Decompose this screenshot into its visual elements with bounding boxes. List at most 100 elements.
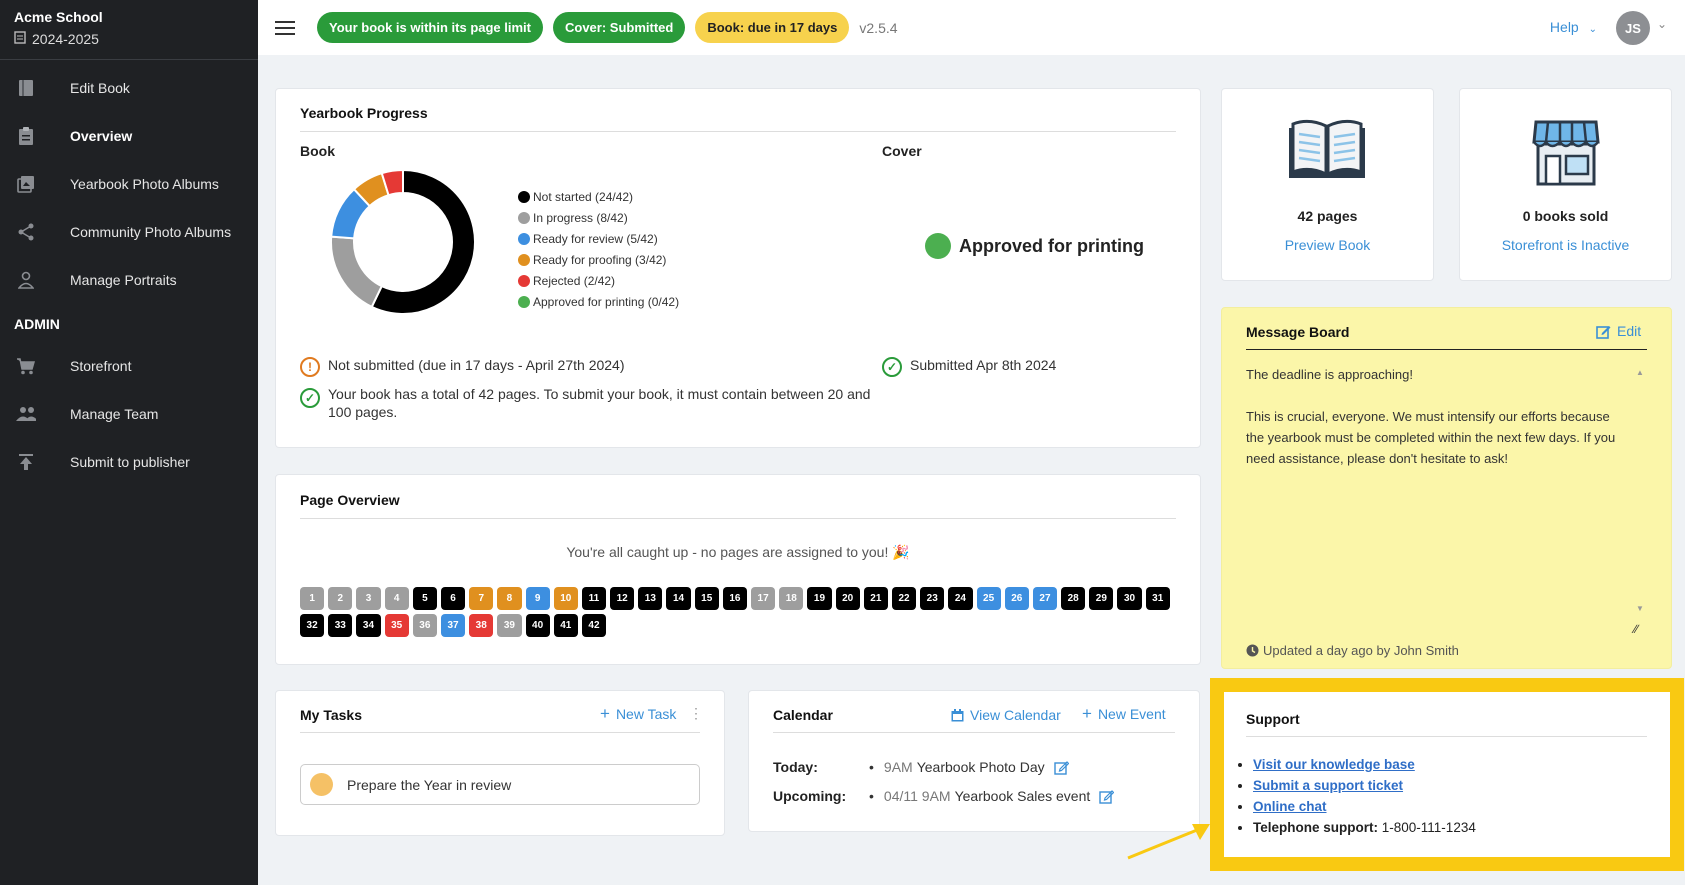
page-thumbnail[interactable]: 9 bbox=[525, 587, 550, 610]
page-thumbnail[interactable]: 13 bbox=[638, 587, 663, 610]
chevron-down-icon[interactable]: ⌄ bbox=[1657, 17, 1667, 31]
page-thumbnail[interactable]: 17 bbox=[751, 587, 776, 610]
legend-item: Approved for printing (0/42) bbox=[518, 291, 679, 312]
page-limit-badge[interactable]: Your book is within its page limit bbox=[317, 12, 543, 43]
page-thumbnail[interactable]: 22 bbox=[891, 587, 917, 610]
check-circle-icon: ✓ bbox=[300, 388, 320, 408]
sidebar-item-yearbook-photo-albums[interactable]: Yearbook Photo Albums bbox=[0, 160, 258, 208]
task-status-dot[interactable] bbox=[310, 773, 333, 796]
list-item: Online chat bbox=[1253, 796, 1476, 817]
today-label: Today: bbox=[773, 759, 818, 775]
help-menu[interactable]: Help ⌄ bbox=[1550, 19, 1597, 35]
sidebar-item-manage-team[interactable]: Manage Team bbox=[0, 390, 258, 438]
new-task-button[interactable]: + New Task bbox=[600, 704, 676, 723]
page-thumbnail[interactable]: 4 bbox=[384, 587, 409, 610]
edit-event-icon[interactable] bbox=[1099, 789, 1115, 804]
page-thumbnail[interactable]: 3 bbox=[356, 587, 381, 610]
page-thumbnail[interactable]: 25 bbox=[976, 587, 1001, 610]
page-thumbnail[interactable]: 32 bbox=[300, 614, 325, 637]
sidebar-item-edit-book[interactable]: Edit Book bbox=[0, 64, 258, 112]
cart-icon bbox=[16, 356, 36, 376]
page-thumbnail[interactable]: 30 bbox=[1117, 587, 1142, 610]
sidebar-item-manage-portraits[interactable]: Manage Portraits bbox=[0, 256, 258, 304]
page-thumbnail[interactable]: 5 bbox=[412, 587, 437, 610]
page-thumbnail[interactable]: 37 bbox=[440, 614, 466, 637]
page-thumbnail[interactable]: 10 bbox=[553, 587, 578, 610]
cover-submitted-status: ✓ Submitted Apr 8th 2024 bbox=[882, 357, 1056, 377]
resize-handle-icon[interactable]: ∕∕ bbox=[1634, 622, 1638, 636]
sidebar-header[interactable]: Acme School 2024-2025 bbox=[0, 0, 258, 60]
upcoming-event-title: Yearbook Sales event bbox=[954, 788, 1091, 804]
scroll-up-icon[interactable]: ▲ bbox=[1636, 368, 1644, 377]
page-thumbnail[interactable]: 35 bbox=[384, 614, 409, 637]
sidebar-item-community-photo-albums[interactable]: Community Photo Albums bbox=[0, 208, 258, 256]
legend-label: Approved for printing (0/42) bbox=[533, 294, 680, 309]
plus-icon: + bbox=[600, 704, 610, 723]
page-thumbnail[interactable]: 33 bbox=[328, 614, 353, 637]
online-chat-link[interactable]: Online chat bbox=[1253, 799, 1327, 814]
storefront-status-link[interactable]: Storefront is Inactive bbox=[1459, 237, 1672, 253]
page-thumbnail[interactable]: 11 bbox=[581, 587, 607, 610]
page-thumbnail[interactable]: 18 bbox=[779, 587, 804, 610]
message-board-title: Message Board bbox=[1246, 324, 1350, 340]
view-calendar-button[interactable]: View Calendar bbox=[951, 707, 1061, 723]
admin-section-heading: ADMIN bbox=[14, 316, 60, 332]
legend-color-dot bbox=[518, 295, 530, 308]
edit-event-icon[interactable] bbox=[1053, 760, 1069, 775]
cover-approved-status: Approved for printing bbox=[925, 233, 1144, 259]
divider bbox=[1246, 349, 1647, 350]
divider bbox=[300, 131, 1176, 132]
page-thumbnail[interactable]: 12 bbox=[610, 587, 635, 610]
page-thumbnail[interactable]: 16 bbox=[722, 587, 747, 610]
page-thumbnail[interactable]: 23 bbox=[920, 587, 945, 610]
message-board-card bbox=[1221, 307, 1672, 669]
page-thumbnail[interactable]: 26 bbox=[1004, 587, 1029, 610]
page-thumbnail[interactable]: 19 bbox=[807, 587, 832, 610]
sidebar-item-storefront[interactable]: Storefront bbox=[0, 342, 258, 390]
message-board-text[interactable]: The deadline is approaching! This is cru… bbox=[1246, 364, 1616, 469]
page-thumbnail[interactable]: 20 bbox=[835, 587, 860, 610]
my-tasks-title: My Tasks bbox=[300, 707, 362, 723]
scroll-down-icon[interactable]: ▼ bbox=[1636, 604, 1644, 613]
menu-icon[interactable] bbox=[275, 20, 295, 36]
more-options-icon[interactable]: ⋮ bbox=[689, 705, 703, 722]
cover-status-badge[interactable]: Cover: Submitted bbox=[553, 12, 686, 43]
page-thumbnails: 1 2 3 4 5 6 7 8 9 10 11 12 13 14 15 16 17 18 19 20 21 22 23 24 2… bbox=[300, 587, 1180, 637]
page-thumbnail[interactable]: 27 bbox=[1032, 587, 1058, 610]
page-thumbnail[interactable]: 24 bbox=[948, 587, 973, 610]
sidebar-item-overview[interactable]: Overview bbox=[0, 112, 258, 160]
page-thumbnail[interactable]: 34 bbox=[356, 614, 381, 637]
page-thumbnail[interactable]: 6 bbox=[440, 587, 466, 610]
page-thumbnail[interactable]: 36 bbox=[412, 614, 437, 637]
page-thumbnail[interactable]: 39 bbox=[497, 614, 522, 637]
page-thumbnail[interactable]: 1 bbox=[300, 587, 325, 610]
page-thumbnail[interactable]: 15 bbox=[694, 587, 719, 610]
page-thumbnail[interactable]: 38 bbox=[469, 614, 494, 637]
page-thumbnail[interactable]: 8 bbox=[497, 587, 522, 610]
support-ticket-link[interactable]: Submit a support ticket bbox=[1253, 778, 1403, 793]
legend-color-dot bbox=[518, 253, 530, 266]
donut-slice[interactable] bbox=[330, 235, 384, 309]
page-thumbnail[interactable]: 40 bbox=[525, 614, 550, 637]
preview-book-link[interactable]: Preview Book bbox=[1221, 237, 1434, 253]
sidebar-item-label: Overview bbox=[70, 128, 133, 144]
sidebar-item-submit-to-publisher[interactable]: Submit to publisher bbox=[0, 438, 258, 486]
today-event-title: Yearbook Photo Day bbox=[916, 759, 1045, 775]
page-thumbnail[interactable]: 14 bbox=[666, 587, 691, 610]
task-item[interactable]: Prepare the Year in review bbox=[300, 764, 700, 805]
book-due-badge[interactable]: Book: due in 17 days bbox=[695, 12, 850, 43]
page-thumbnail[interactable]: 29 bbox=[1089, 587, 1114, 610]
message-board-edit-button[interactable]: Edit bbox=[1596, 323, 1641, 339]
page-thumbnail[interactable]: 2 bbox=[328, 587, 353, 610]
knowledge-base-link[interactable]: Visit our knowledge base bbox=[1253, 757, 1415, 772]
page-thumbnail[interactable]: 42 bbox=[581, 614, 607, 637]
page-thumbnail[interactable]: 41 bbox=[553, 614, 578, 637]
avatar[interactable]: JS bbox=[1616, 11, 1650, 45]
book-label: Book bbox=[300, 143, 335, 159]
page-thumbnail[interactable]: 28 bbox=[1061, 587, 1086, 610]
new-event-button[interactable]: + New Event bbox=[1082, 705, 1166, 722]
page-thumbnail[interactable]: 7 bbox=[469, 587, 494, 610]
page-thumbnail[interactable]: 31 bbox=[1145, 587, 1170, 610]
chevron-down-icon: ⌄ bbox=[1588, 24, 1597, 35]
page-thumbnail[interactable]: 21 bbox=[863, 587, 888, 610]
